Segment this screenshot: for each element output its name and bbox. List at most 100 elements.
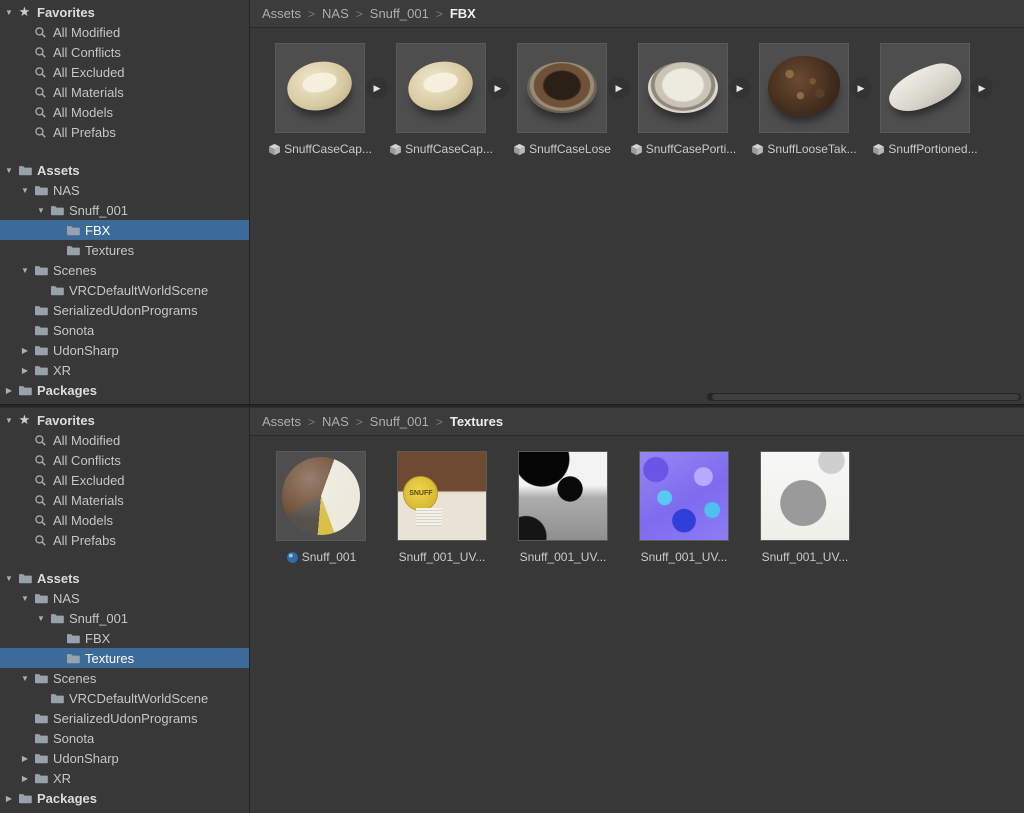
asset-tile[interactable]: ▶ SnuffPortioned... xyxy=(873,43,993,156)
asset-tile[interactable]: ▶ Snuff_001_UV... xyxy=(639,451,729,564)
breadcrumb-segment[interactable]: Snuff_001 xyxy=(370,6,429,21)
expand-arrow-icon[interactable]: ▼ xyxy=(2,416,16,425)
expand-arrow-icon[interactable]: ▼ xyxy=(34,206,48,215)
sidebar-item[interactable]: ★ SerializedUdonPrograms xyxy=(0,708,249,728)
scrollbar-thumb[interactable] xyxy=(712,394,1019,400)
expand-arrow-icon[interactable]: ▶ xyxy=(18,346,32,355)
sidebar-item[interactable]: ★ All Modified xyxy=(0,22,249,42)
asset-tile[interactable]: ▶ Snuff_001 xyxy=(276,451,366,564)
sidebar-item[interactable]: ★ Textures xyxy=(0,240,249,260)
expand-arrow-icon[interactable]: ▼ xyxy=(18,186,32,195)
sidebar-item[interactable]: ▼ ★ Scenes xyxy=(0,668,249,688)
asset-thumbnail[interactable]: ▶ xyxy=(880,43,993,133)
expand-subassets-button[interactable]: ▶ xyxy=(729,77,751,99)
asset-tile[interactable]: SNUFF ▶ Snuff_001_UV... xyxy=(397,451,487,564)
expand-subassets-button[interactable]: ▶ xyxy=(366,77,388,99)
sidebar-item[interactable]: ▶ ★ UdonSharp xyxy=(0,748,249,768)
asset-thumbnail[interactable]: ▶ xyxy=(760,451,850,541)
expand-arrow-icon[interactable]: ▶ xyxy=(18,774,32,783)
sidebar-item[interactable]: ★ All Prefabs xyxy=(0,122,249,142)
sidebar-item[interactable]: ▶ ★ Packages xyxy=(0,788,249,808)
sidebar-item[interactable]: ▶ ★ XR xyxy=(0,768,249,788)
asset-tile[interactable]: ▶ SnuffCaseCap... xyxy=(390,43,509,156)
asset-thumbnail[interactable]: ▶ xyxy=(276,451,366,541)
asset-thumbnail[interactable]: ▶ xyxy=(517,43,630,133)
expand-arrow-icon[interactable]: ▼ xyxy=(18,266,32,275)
asset-tile[interactable]: ▶ Snuff_001_UV... xyxy=(518,451,608,564)
sidebar-item[interactable]: ★ Textures xyxy=(0,648,249,668)
expand-arrow-icon[interactable]: ▼ xyxy=(2,8,16,17)
sidebar-item[interactable]: ★ VRCDefaultWorldScene xyxy=(0,280,249,300)
sidebar-item[interactable]: ▼ ★ Assets xyxy=(0,568,249,588)
asset-thumbnail[interactable]: ▶ xyxy=(638,43,751,133)
sidebar-item[interactable]: ▼ ★ NAS xyxy=(0,588,249,608)
sidebar-item[interactable]: ★ All Excluded xyxy=(0,470,249,490)
folder-icon xyxy=(18,386,32,396)
sidebar-item[interactable]: ▼ ★ Snuff_001 xyxy=(0,200,249,220)
expand-arrow-icon[interactable]: ▶ xyxy=(2,794,16,803)
asset-name: SnuffCaseLose xyxy=(529,142,611,156)
sidebar-item[interactable]: ★ All Conflicts xyxy=(0,450,249,470)
sidebar-item[interactable]: ★ All Models xyxy=(0,510,249,530)
asset-tile[interactable]: ▶ SnuffLooseTak... xyxy=(752,43,872,156)
breadcrumb-segment[interactable]: Snuff_001 xyxy=(370,414,429,429)
breadcrumb-separator-icon: > xyxy=(308,414,316,429)
asset-thumbnail[interactable]: SNUFF ▶ xyxy=(397,451,487,541)
sidebar-item[interactable]: ★ FBX xyxy=(0,628,249,648)
sidebar-item[interactable]: ▼ ★ Scenes xyxy=(0,260,249,280)
breadcrumb-segment[interactable]: FBX xyxy=(450,6,476,21)
sidebar-item[interactable]: ★ All Conflicts xyxy=(0,42,249,62)
sidebar-item[interactable]: ▼ ★ NAS xyxy=(0,180,249,200)
asset-thumbnail[interactable]: ▶ xyxy=(518,451,608,541)
expand-arrow-icon[interactable]: ▶ xyxy=(2,386,16,395)
sidebar-item[interactable]: ▼ ★ Favorites xyxy=(0,2,249,22)
breadcrumb-segment[interactable]: NAS xyxy=(322,414,349,429)
folder-icon xyxy=(18,166,32,176)
horizontal-scrollbar[interactable] xyxy=(707,393,1021,401)
sidebar-section-gap xyxy=(0,550,249,568)
sidebar-item[interactable]: ▶ ★ Packages xyxy=(0,380,249,400)
sidebar-item[interactable]: ★ Sonota xyxy=(0,728,249,748)
sidebar-item[interactable]: ★ All Excluded xyxy=(0,62,249,82)
asset-thumbnail[interactable]: ▶ xyxy=(639,451,729,541)
asset-thumbnail[interactable]: ▶ xyxy=(759,43,872,133)
expand-arrow-icon[interactable]: ▶ xyxy=(18,366,32,375)
sidebar-item[interactable]: ★ All Prefabs xyxy=(0,530,249,550)
expand-arrow-icon[interactable]: ▶ xyxy=(18,754,32,763)
sidebar-item[interactable]: ★ VRCDefaultWorldScene xyxy=(0,688,249,708)
asset-tile[interactable]: ▶ SnuffCaseCap... xyxy=(269,43,388,156)
expand-subassets-button[interactable]: ▶ xyxy=(850,77,872,99)
folder-icon xyxy=(34,346,48,356)
sidebar-item[interactable]: ★ All Modified xyxy=(0,430,249,450)
sidebar-item[interactable]: ▶ ★ UdonSharp xyxy=(0,340,249,360)
breadcrumb-segment[interactable]: Textures xyxy=(450,414,503,429)
expand-subassets-button[interactable]: ▶ xyxy=(487,77,509,99)
asset-thumbnail[interactable]: ▶ xyxy=(396,43,509,133)
sidebar-item[interactable]: ▼ ★ Snuff_001 xyxy=(0,608,249,628)
expand-arrow-icon[interactable]: ▼ xyxy=(18,594,32,603)
asset-tile[interactable]: ▶ Snuff_001_UV... xyxy=(760,451,850,564)
sidebar-item[interactable]: ★ SerializedUdonPrograms xyxy=(0,300,249,320)
expand-arrow-icon[interactable]: ▼ xyxy=(34,614,48,623)
expand-subassets-button[interactable]: ▶ xyxy=(971,77,993,99)
breadcrumb-segment[interactable]: NAS xyxy=(322,6,349,21)
sidebar-item[interactable]: ★ All Materials xyxy=(0,82,249,102)
expand-arrow-icon[interactable]: ▼ xyxy=(18,674,32,683)
expand-subassets-button[interactable]: ▶ xyxy=(608,77,630,99)
expand-arrow-icon[interactable]: ▼ xyxy=(2,166,16,175)
sidebar-item[interactable]: ★ Sonota xyxy=(0,320,249,340)
asset-tile[interactable]: ▶ SnuffCaseLose xyxy=(514,43,630,156)
sidebar-item[interactable]: ★ All Materials xyxy=(0,490,249,510)
sidebar-item[interactable]: ▶ ★ XR xyxy=(0,360,249,380)
sidebar-item[interactable]: ★ FBX xyxy=(0,220,249,240)
breadcrumb-item: FBX > xyxy=(450,6,476,21)
breadcrumb-segment[interactable]: Assets xyxy=(262,6,301,21)
breadcrumb-separator-icon: > xyxy=(355,414,363,429)
expand-arrow-icon[interactable]: ▼ xyxy=(2,574,16,583)
breadcrumb-segment[interactable]: Assets xyxy=(262,414,301,429)
sidebar-item[interactable]: ▼ ★ Favorites xyxy=(0,410,249,430)
asset-tile[interactable]: ▶ SnuffCasePorti... xyxy=(630,43,751,156)
sidebar-item[interactable]: ▼ ★ Assets xyxy=(0,160,249,180)
asset-thumbnail[interactable]: ▶ xyxy=(275,43,388,133)
sidebar-item[interactable]: ★ All Models xyxy=(0,102,249,122)
